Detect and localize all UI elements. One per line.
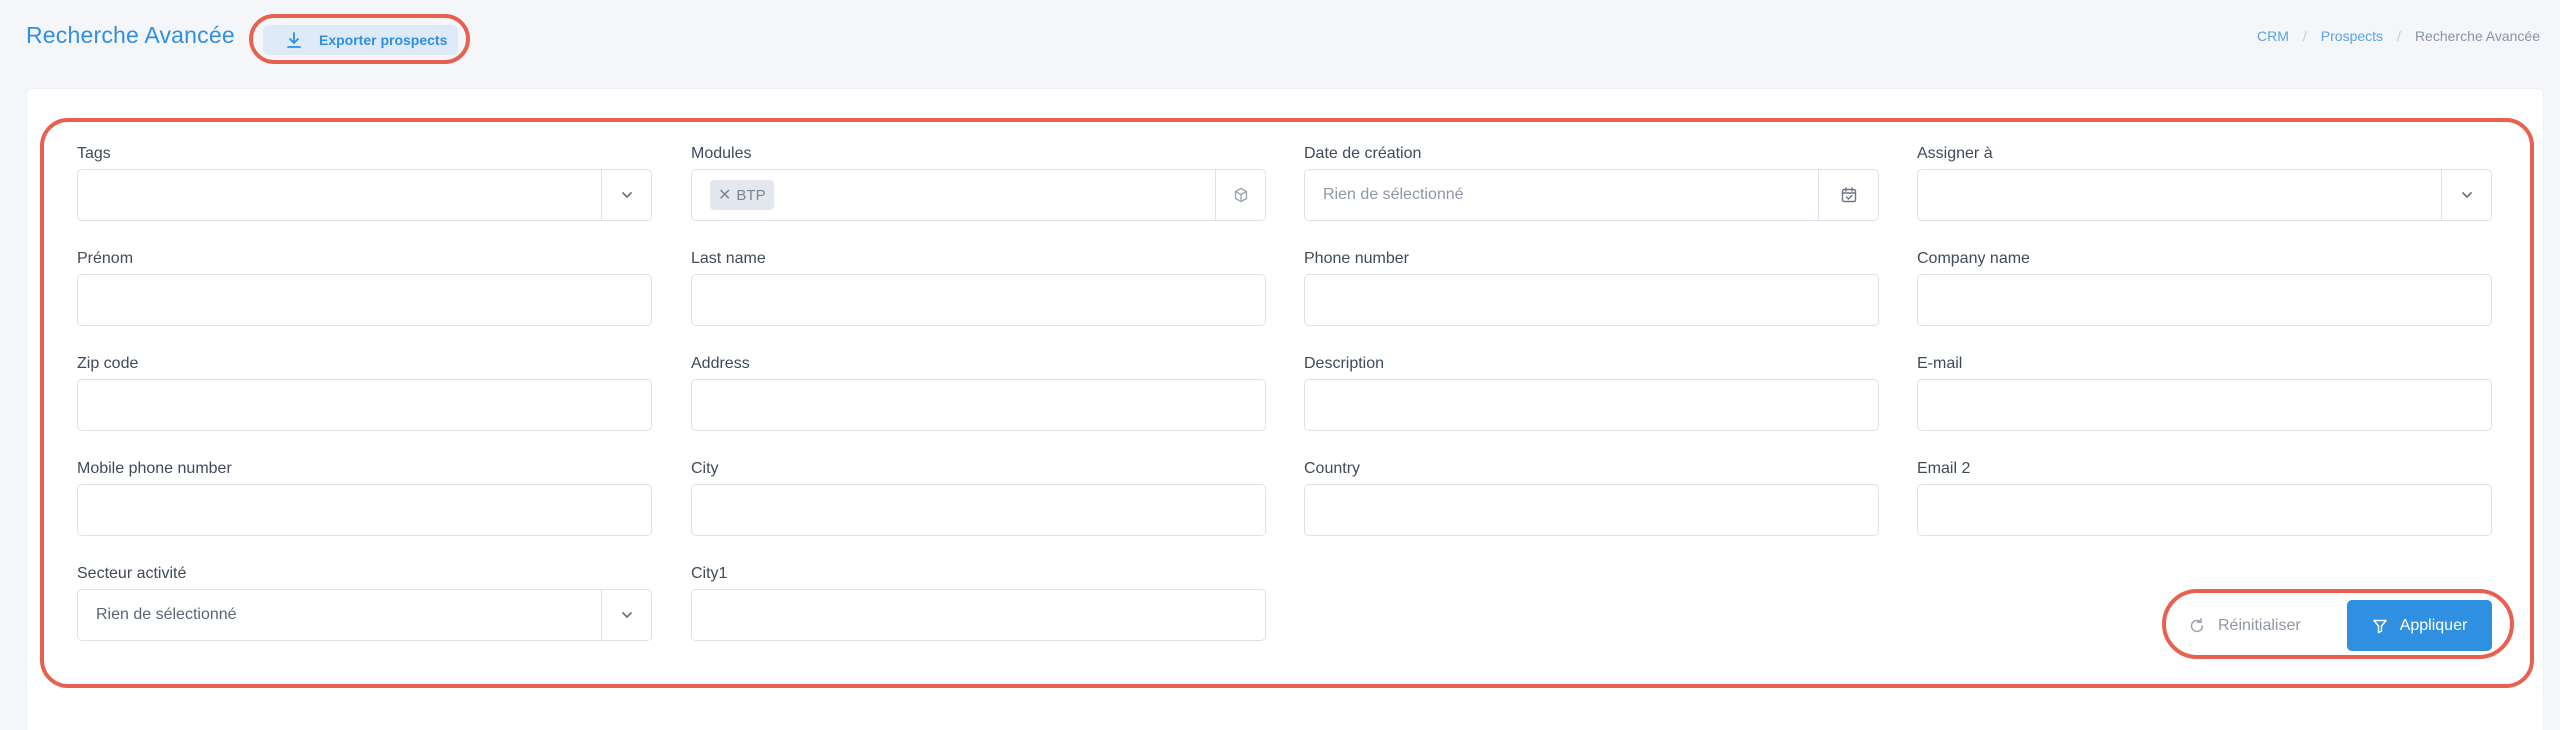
secteur-label: Secteur activité: [77, 565, 187, 582]
modules-label: Modules: [691, 145, 752, 162]
breadcrumb-current: Recherche Avancée: [2414, 28, 2540, 44]
mobile-phone-label: Mobile phone number: [77, 460, 232, 477]
mobile-phone-input[interactable]: [77, 484, 652, 536]
country-field: Country: [1304, 458, 1879, 536]
mobile-phone-field: Mobile phone number: [77, 458, 652, 536]
email2-label: Email 2: [1917, 460, 1971, 477]
calendar-icon[interactable]: [1818, 170, 1878, 220]
download-icon: [285, 31, 303, 49]
email2-field: Email 2: [1917, 458, 2492, 536]
secteur-select[interactable]: Rien de sélectionné: [77, 589, 652, 641]
export-prospects-label: Exporter prospects: [319, 32, 448, 48]
export-highlight: Exporter prospects: [249, 14, 470, 64]
assigner-field: Assigner à: [1917, 143, 2492, 221]
address-label: Address: [691, 355, 750, 372]
last-name-label: Last name: [691, 250, 766, 267]
description-field: Description: [1304, 353, 1879, 431]
city1-input[interactable]: [691, 589, 1266, 641]
export-prospects-button[interactable]: Exporter prospects: [263, 25, 458, 55]
date-creation-input[interactable]: Rien de sélectionné: [1304, 169, 1879, 221]
module-chip-label: BTP: [736, 186, 766, 204]
reset-label: Réinitialiser: [2218, 617, 2301, 634]
prenom-input[interactable]: [77, 274, 652, 326]
address-field: Address: [691, 353, 1266, 431]
apply-button[interactable]: Appliquer: [2347, 600, 2492, 651]
prenom-label: Prénom: [77, 250, 134, 267]
zip-code-field: Zip code: [77, 353, 652, 431]
chevron-down-icon[interactable]: [601, 170, 651, 220]
company-name-field: Company name: [1917, 248, 2492, 326]
country-input[interactable]: [1304, 484, 1879, 536]
phone-number-input[interactable]: [1304, 274, 1879, 326]
refresh-icon: [2188, 617, 2206, 635]
chevron-down-icon[interactable]: [601, 590, 651, 640]
address-input[interactable]: [691, 379, 1266, 431]
zip-code-input[interactable]: [77, 379, 652, 431]
breadcrumb-prospects[interactable]: Prospects: [2321, 28, 2383, 44]
city1-field: City1: [691, 563, 1266, 641]
modules-field: Modules ✕ BTP: [691, 143, 1266, 221]
company-name-label: Company name: [1917, 250, 2030, 267]
assigner-select[interactable]: [1917, 169, 2492, 221]
email-field: E-mail: [1917, 353, 2492, 431]
city-label: City: [691, 460, 719, 477]
modules-select[interactable]: ✕ BTP: [691, 169, 1266, 221]
apply-label: Appliquer: [2399, 616, 2468, 634]
filter-icon: [2372, 618, 2388, 634]
description-input[interactable]: [1304, 379, 1879, 431]
secteur-value: Rien de sélectionné: [96, 606, 237, 623]
reset-button[interactable]: Réinitialiser: [2188, 601, 2328, 651]
phone-number-field: Phone number: [1304, 248, 1879, 326]
breadcrumb-crm[interactable]: CRM: [2257, 28, 2289, 44]
country-label: Country: [1304, 460, 1361, 477]
date-creation-field: Date de création Rien de sélectionné: [1304, 143, 1879, 221]
date-creation-placeholder: Rien de sélectionné: [1323, 186, 1464, 203]
city-input[interactable]: [691, 484, 1266, 536]
email-input[interactable]: [1917, 379, 2492, 431]
breadcrumb: CRM / Prospects / Recherche Avancée: [2257, 28, 2540, 44]
breadcrumb-separator: /: [2302, 28, 2307, 44]
company-name-input[interactable]: [1917, 274, 2492, 326]
tags-label: Tags: [77, 145, 111, 162]
chip-remove-icon[interactable]: ✕: [718, 185, 731, 205]
description-label: Description: [1304, 355, 1385, 372]
tags-field: Tags: [77, 143, 652, 221]
email-label: E-mail: [1917, 355, 1963, 372]
chevron-down-icon[interactable]: [2441, 170, 2491, 220]
breadcrumb-separator: /: [2397, 28, 2401, 44]
date-creation-label: Date de création: [1304, 145, 1422, 162]
tags-select[interactable]: [77, 169, 652, 221]
prenom-field: Prénom: [77, 248, 652, 326]
city-field: City: [691, 458, 1266, 536]
zip-code-label: Zip code: [77, 355, 139, 372]
city1-label: City1: [691, 565, 728, 582]
last-name-input[interactable]: [691, 274, 1266, 326]
module-chip: ✕ BTP: [710, 180, 774, 210]
cube-icon: [1215, 170, 1265, 220]
phone-number-label: Phone number: [1304, 250, 1409, 267]
assigner-label: Assigner à: [1917, 145, 1993, 162]
email2-input[interactable]: [1917, 484, 2492, 536]
last-name-field: Last name: [691, 248, 1266, 326]
actions-highlight: Réinitialiser Appliquer: [2162, 589, 2514, 659]
secteur-field: Secteur activité Rien de sélectionné: [77, 563, 652, 641]
page-title: Recherche Avancée: [26, 22, 235, 48]
